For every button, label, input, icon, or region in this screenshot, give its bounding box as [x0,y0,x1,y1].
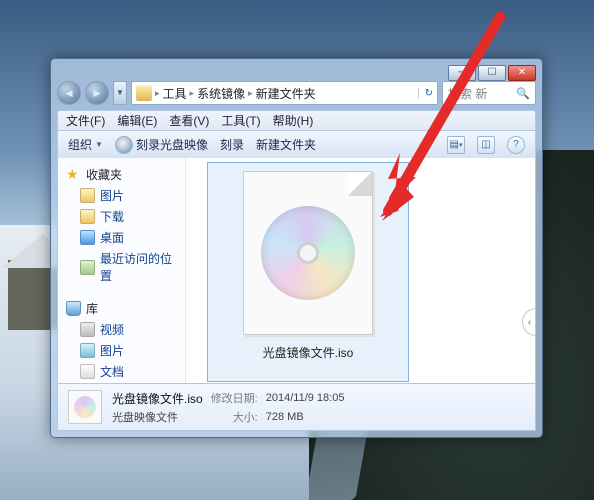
folder-icon [80,209,95,224]
menu-help[interactable]: 帮助(H) [273,112,314,129]
explorer-window: ─ ☐ ✕ ◄ ► ▼ ▸ 工具 ▸ 系统镜像 ▸ 新建文件夹 ↻ 搜索 新 🔍… [50,58,543,438]
breadcrumb-segment[interactable]: 系统镜像 [197,85,245,102]
details-size-label: 大小: [211,409,258,425]
details-pane: 光盘镜像文件.iso 修改日期: 2014/11/9 18:05 光盘映像文件 … [57,384,536,431]
window-body: ★ 收藏夹 图片 下载 桌面 最近访问的位置 库 视频 图片 文档 迅雷下载 音… [57,158,536,384]
burn-button[interactable]: 刻录 [220,136,244,153]
chevron-right-icon: ▸ [155,88,160,99]
documents-icon [80,364,95,379]
star-icon: ★ [66,167,81,182]
search-input[interactable]: 搜索 新 🔍 [442,81,536,105]
close-button[interactable]: ✕ [508,65,536,81]
chevron-right-icon: ▸ [190,88,195,99]
minimize-button[interactable]: ─ [448,65,476,81]
search-icon: 🔍 [516,87,530,100]
forward-button[interactable]: ► [85,81,109,105]
navigation-bar: ◄ ► ▼ ▸ 工具 ▸ 系统镜像 ▸ 新建文件夹 ↻ 搜索 新 🔍 [57,81,536,107]
recent-icon [80,260,95,275]
details-size-value: 728 MB [266,411,345,423]
desktop-icon [80,230,95,245]
file-item-selected[interactable]: 光盘镜像文件.iso [207,162,409,382]
help-button[interactable]: ? [507,136,525,154]
view-options-button[interactable]: ▤▾ [447,136,465,154]
menu-tools[interactable]: 工具(T) [221,112,260,129]
breadcrumb-segment[interactable]: 工具 [163,85,187,102]
sidebar-item-downloads[interactable]: 下载 [62,206,181,227]
burn-image-button[interactable]: 刻录光盘映像 [115,136,208,154]
chevron-right-icon: ▸ [248,88,253,99]
iso-file-icon [243,171,373,335]
back-button[interactable]: ◄ [57,81,81,105]
favorites-header[interactable]: ★ 收藏夹 [62,164,181,185]
libraries-header[interactable]: 库 [62,298,181,319]
sidebar-item-pictures-lib[interactable]: 图片 [62,340,181,361]
menu-bar: 文件(F) 编辑(E) 查看(V) 工具(T) 帮助(H) [57,110,536,130]
window-titlebar: ─ ☐ ✕ [57,65,536,81]
sidebar-item-recent[interactable]: 最近访问的位置 [62,248,181,286]
disc-icon [261,206,355,300]
maximize-button[interactable]: ☐ [478,65,506,81]
toolbar: 组织▼ 刻录光盘映像 刻录 新建文件夹 ▤▾ ◫ ? [57,130,536,158]
expand-handle[interactable]: ‹ [522,308,536,336]
sidebar-item-documents[interactable]: 文档 [62,361,181,382]
menu-edit[interactable]: 编辑(E) [117,112,157,129]
details-filename: 光盘镜像文件.iso [112,390,203,407]
address-bar[interactable]: ▸ 工具 ▸ 系统镜像 ▸ 新建文件夹 ↻ [131,81,438,105]
organize-button[interactable]: 组织▼ [68,136,103,153]
history-dropdown[interactable]: ▼ [113,81,127,105]
folder-icon [136,85,152,101]
breadcrumb-segment[interactable]: 新建文件夹 [256,85,316,102]
pictures-icon [80,343,95,358]
details-modified-value: 2014/11/9 18:05 [266,392,345,404]
search-placeholder: 搜索 新 [448,85,487,102]
folder-icon [80,188,95,203]
new-folder-button[interactable]: 新建文件夹 [256,136,316,153]
details-modified-label: 修改日期: [211,390,258,406]
refresh-button[interactable]: ↻ [418,88,433,99]
disc-icon [115,136,133,154]
sidebar-item-thunder[interactable]: 迅雷下载 [62,382,181,383]
sidebar-item-desktop[interactable]: 桌面 [62,227,181,248]
preview-pane-button[interactable]: ◫ [477,136,495,154]
menu-view[interactable]: 查看(V) [169,112,209,129]
navigation-pane: ★ 收藏夹 图片 下载 桌面 最近访问的位置 库 视频 图片 文档 迅雷下载 音… [58,158,186,383]
sidebar-item-pictures[interactable]: 图片 [62,185,181,206]
sidebar-item-videos[interactable]: 视频 [62,319,181,340]
library-icon [66,301,81,316]
menu-file[interactable]: 文件(F) [66,112,105,129]
video-icon [80,322,95,337]
disc-icon [74,396,96,418]
details-thumbnail [68,390,102,424]
file-name-label: 光盘镜像文件.iso [263,344,354,361]
details-filetype: 光盘映像文件 [112,409,203,425]
file-list-pane[interactable]: 光盘镜像文件.iso ‹ [186,158,535,383]
